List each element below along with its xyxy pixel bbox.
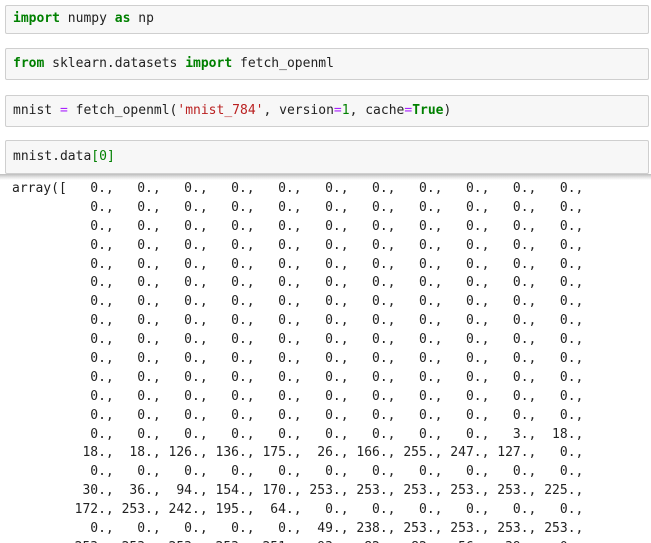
code-token: as bbox=[114, 11, 131, 26]
code-token: np bbox=[130, 11, 154, 26]
code-cell-3-source[interactable]: mnist = fetch_openml('mnist_784', versio… bbox=[13, 102, 451, 120]
code-token: import bbox=[13, 11, 60, 26]
output-line: 172., 253., 242., 195., 64., 0., 0., 0.,… bbox=[12, 502, 584, 518]
code-token: numpy bbox=[59, 11, 115, 26]
output-line: 0., 0., 0., 0., 0., 0., 0., 0., 0., 0., … bbox=[12, 464, 584, 480]
output-area: array([ 0., 0., 0., 0., 0., 0., 0., 0., … bbox=[12, 180, 651, 543]
code-cell-1[interactable]: import numpy as np bbox=[5, 5, 649, 34]
code-token: 0 bbox=[99, 149, 107, 164]
code-cell-1-source[interactable]: import numpy as np bbox=[13, 10, 154, 28]
output-line: 18., 18., 126., 136., 175., 26., 166., 2… bbox=[12, 445, 584, 461]
code-token: sklearn.datasets bbox=[44, 56, 186, 71]
output-line: 0., 0., 0., 0., 0., 0., 0., 0., 0., 0., … bbox=[12, 237, 584, 253]
code-cell-3[interactable]: mnist = fetch_openml('mnist_784', versio… bbox=[5, 95, 649, 127]
code-token: mnist.data bbox=[13, 149, 92, 164]
output-line: 0., 0., 0., 0., 0., 0., 0., 0., 0., 0., … bbox=[12, 388, 584, 404]
output-line: 0., 0., 0., 0., 0., 49., 238., 253., 253… bbox=[12, 521, 584, 537]
output-line: 0., 0., 0., 0., 0., 0., 0., 0., 0., 0., … bbox=[12, 407, 584, 423]
output-line: 0., 0., 0., 0., 0., 0., 0., 0., 0., 0., … bbox=[12, 218, 584, 234]
output-line: array([ 0., 0., 0., 0., 0., 0., 0., 0., … bbox=[12, 181, 584, 196]
code-token: = bbox=[333, 103, 342, 118]
output-line: 0., 0., 0., 0., 0., 0., 0., 0., 0., 3., … bbox=[12, 426, 584, 442]
code-token: fetch_openml bbox=[232, 56, 334, 71]
code-token: [ bbox=[91, 149, 100, 164]
output-line: 30., 36., 94., 154., 170., 253., 253., 2… bbox=[12, 483, 584, 499]
output-line: 0., 0., 0., 0., 0., 0., 0., 0., 0., 0., … bbox=[12, 351, 584, 367]
code-token: , version bbox=[263, 103, 334, 118]
code-cell-4[interactable]: mnist.data[0] bbox=[5, 140, 649, 174]
output-line: 0., 0., 0., 0., 0., 0., 0., 0., 0., 0., … bbox=[12, 256, 584, 272]
code-cell-2-source[interactable]: from sklearn.datasets import fetch_openm… bbox=[13, 55, 334, 73]
code-token: ) bbox=[443, 103, 452, 118]
code-token: 1 bbox=[341, 103, 350, 118]
code-token: fetch_openml( bbox=[67, 103, 178, 118]
output-line: 0., 0., 0., 0., 0., 0., 0., 0., 0., 0., … bbox=[12, 332, 584, 348]
code-token: mnist bbox=[13, 103, 60, 118]
output-line: 0., 0., 0., 0., 0., 0., 0., 0., 0., 0., … bbox=[12, 199, 584, 215]
code-cell-4-source[interactable]: mnist.data[0] bbox=[13, 148, 115, 166]
code-cell-2[interactable]: from sklearn.datasets import fetch_openm… bbox=[5, 48, 649, 80]
output-line: 0., 0., 0., 0., 0., 0., 0., 0., 0., 0., … bbox=[12, 294, 584, 310]
output-line: 0., 0., 0., 0., 0., 0., 0., 0., 0., 0., … bbox=[12, 275, 584, 291]
code-token: = bbox=[59, 103, 68, 118]
code-token: import bbox=[185, 56, 233, 71]
code-token: , cache bbox=[349, 103, 405, 118]
output-line: 253., 253., 253., 253., 251., 93., 82., … bbox=[12, 539, 651, 543]
output-line: 0., 0., 0., 0., 0., 0., 0., 0., 0., 0., … bbox=[12, 369, 584, 385]
code-token: True bbox=[412, 103, 444, 118]
code-token: 'mnist_784' bbox=[177, 103, 264, 118]
code-token: from bbox=[13, 56, 45, 71]
code-token: ] bbox=[106, 149, 115, 164]
output-line: 0., 0., 0., 0., 0., 0., 0., 0., 0., 0., … bbox=[12, 313, 584, 329]
